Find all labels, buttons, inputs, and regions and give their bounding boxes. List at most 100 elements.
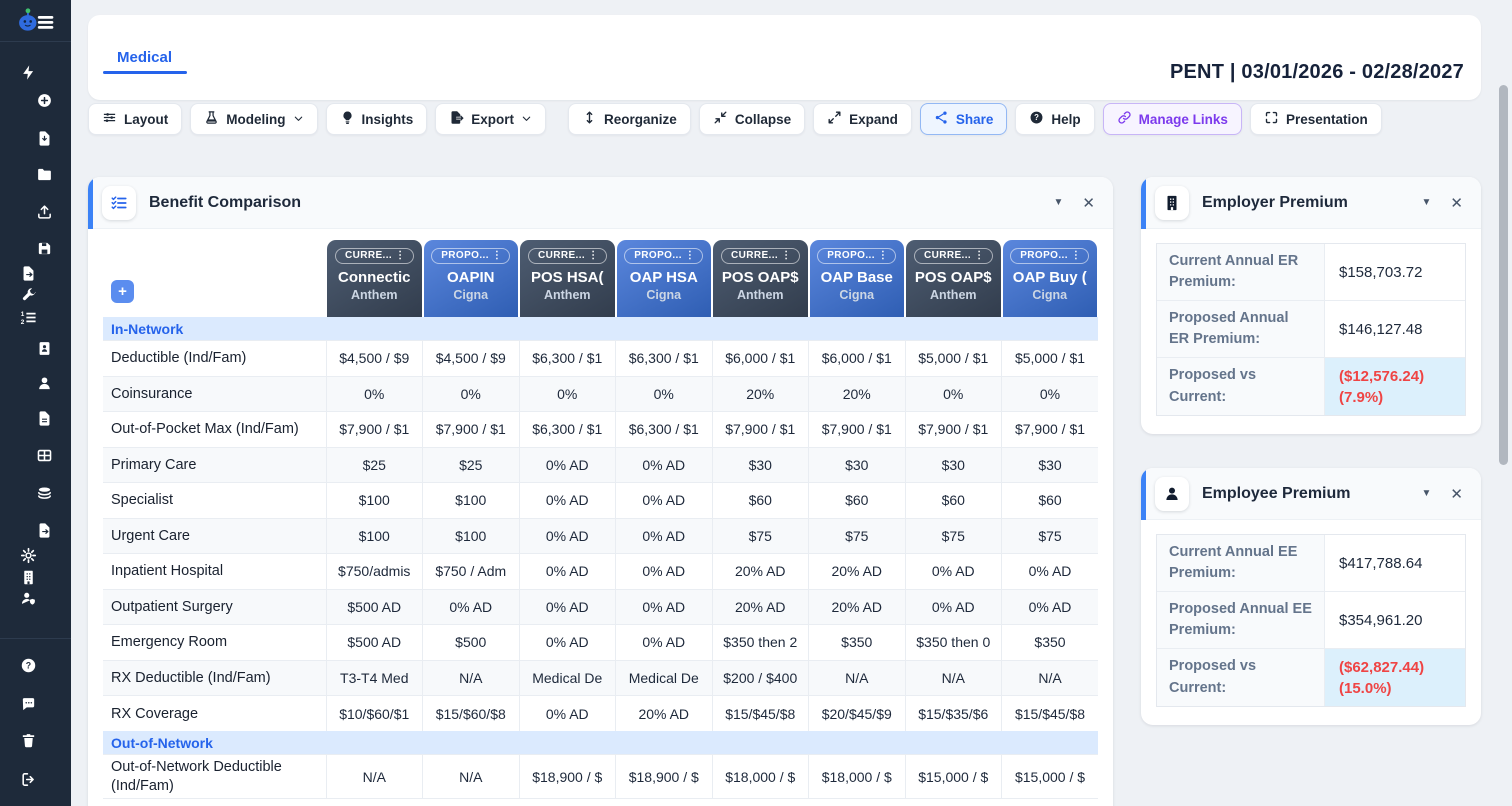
benefit-cell[interactable]: $20/$45/$9 [809, 696, 906, 732]
benefit-cell[interactable]: $7,900 / $1 [905, 412, 1002, 448]
plan-type-badge[interactable]: CURRE...⋮ [721, 248, 800, 264]
benefit-cell[interactable]: $100 [423, 483, 520, 519]
plan-column-header[interactable]: CURRE...⋮POS HSA(Anthem [520, 240, 615, 317]
collapse-caret-icon[interactable]: ▼ [1422, 197, 1432, 208]
plan-type-badge[interactable]: PROPO...⋮ [1010, 248, 1089, 264]
file-import-icon[interactable] [34, 128, 54, 148]
benefit-cell[interactable]: 0% AD [519, 625, 616, 661]
plan-type-badge[interactable]: PROPO...⋮ [817, 248, 896, 264]
file-export-icon[interactable] [18, 263, 38, 283]
benefit-cell[interactable]: $15/$35/$6 [905, 696, 1002, 732]
gear-icon[interactable] [18, 545, 38, 565]
benefit-cell[interactable]: N/A [905, 660, 1002, 696]
benefit-cell[interactable]: $60 [905, 483, 1002, 519]
benefit-cell[interactable]: $75 [1002, 518, 1099, 554]
benefit-cell[interactable]: $30 [712, 447, 809, 483]
benefit-cell[interactable]: T3-T4 Med [326, 660, 423, 696]
layout-button[interactable]: Layout [88, 103, 182, 135]
benefit-cell[interactable]: 0% AD [616, 518, 713, 554]
id-card-icon[interactable] [34, 338, 54, 358]
benefit-cell[interactable]: 0% AD [616, 447, 713, 483]
benefit-cell[interactable]: $30 [1002, 447, 1099, 483]
collapse-caret-icon[interactable]: ▼ [1422, 488, 1432, 499]
page-scrollbar-thumb[interactable] [1499, 85, 1508, 465]
benefit-cell[interactable]: 0% AD [905, 554, 1002, 590]
plan-column-header[interactable]: CURRE...⋮POS OAP$Anthem [713, 240, 808, 317]
benefit-cell[interactable]: 20% AD [616, 696, 713, 732]
presentation-button[interactable]: Presentation [1250, 103, 1382, 135]
benefit-cell[interactable]: $750 / Adm [423, 554, 520, 590]
help-circle-icon[interactable]: ? [18, 655, 38, 675]
trash-icon[interactable] [18, 730, 38, 750]
benefit-cell[interactable]: $25 [326, 447, 423, 483]
benefit-cell[interactable]: 0% AD [519, 554, 616, 590]
benefit-cell[interactable]: $15,000 / $ [1002, 755, 1099, 799]
benefit-cell[interactable]: N/A [1002, 660, 1099, 696]
benefit-cell[interactable]: $350 then 0 [905, 625, 1002, 661]
benefit-cell[interactable]: $75 [905, 518, 1002, 554]
benefit-cell[interactable]: $6,000 / $1 [712, 341, 809, 377]
benefit-cell[interactable]: $30 [905, 447, 1002, 483]
column-menu-icon[interactable]: ⋮ [781, 250, 791, 261]
expand-button[interactable]: Expand [813, 103, 912, 135]
benefit-cell[interactable]: 20% [809, 376, 906, 412]
benefit-cell[interactable]: N/A [423, 660, 520, 696]
benefit-cell[interactable]: N/A [809, 660, 906, 696]
robot-logo-icon[interactable] [0, 0, 71, 42]
benefit-cell[interactable]: $7,900 / $1 [1002, 412, 1099, 448]
benefit-cell[interactable]: 0% [1002, 376, 1099, 412]
column-menu-icon[interactable]: ⋮ [395, 250, 405, 261]
export-button[interactable]: Export [435, 103, 546, 135]
benefit-cell[interactable]: 0% [616, 376, 713, 412]
benefit-cell[interactable]: $100 [326, 483, 423, 519]
benefit-cell[interactable]: 0% AD [519, 589, 616, 625]
save-icon[interactable] [34, 238, 54, 258]
plan-column-header[interactable]: PROPO...⋮OAP BaseCigna [810, 240, 905, 317]
benefit-cell[interactable]: Medical De [519, 660, 616, 696]
benefit-cell[interactable]: 20% AD [712, 554, 809, 590]
help-button[interactable]: ? Help [1015, 103, 1094, 135]
benefit-cell[interactable]: 0% AD [616, 554, 713, 590]
benefit-cell[interactable]: 20% AD [809, 554, 906, 590]
benefit-cell[interactable]: $200 / $400 [712, 660, 809, 696]
benefit-cell[interactable]: $18,000 / $ [712, 755, 809, 799]
benefit-cell[interactable]: 20% AD [809, 589, 906, 625]
benefit-cell[interactable]: $60 [809, 483, 906, 519]
column-menu-icon[interactable]: ⋮ [974, 250, 984, 261]
add-column-button[interactable]: + [111, 280, 134, 303]
benefit-cell[interactable]: $15,000 / $ [905, 755, 1002, 799]
benefit-cell[interactable]: $18,900 / $ [519, 755, 616, 799]
benefit-cell[interactable]: 0% [423, 376, 520, 412]
column-menu-icon[interactable]: ⋮ [1071, 250, 1081, 261]
benefit-cell[interactable]: N/A [326, 755, 423, 799]
benefit-cell[interactable]: $350 [1002, 625, 1099, 661]
plan-column-header[interactable]: CURRE...⋮POS OAP$Anthem [906, 240, 1001, 317]
benefit-cell[interactable]: 0% AD [905, 589, 1002, 625]
file-export-alt-icon[interactable] [34, 520, 54, 540]
benefit-cell[interactable]: $6,300 / $1 [616, 412, 713, 448]
benefit-cell[interactable]: $15/$45/$8 [1002, 696, 1099, 732]
benefit-cell[interactable]: $5,000 / $1 [1002, 341, 1099, 377]
benefit-cell[interactable]: $30 [809, 447, 906, 483]
column-menu-icon[interactable]: ⋮ [492, 250, 502, 261]
plan-column-header[interactable]: CURRE...⋮ConnecticAnthem [327, 240, 422, 317]
share-button[interactable]: Share [920, 103, 1008, 135]
insights-button[interactable]: Insights [326, 103, 428, 135]
benefit-cell[interactable]: $75 [809, 518, 906, 554]
benefit-cell[interactable]: $10/$60/$1 [326, 696, 423, 732]
plan-column-header[interactable]: PROPO...⋮OAPINCigna [424, 240, 519, 317]
column-menu-icon[interactable]: ⋮ [878, 250, 888, 261]
benefit-cell[interactable]: $5,000 / $1 [905, 341, 1002, 377]
plan-column-header[interactable]: PROPO...⋮OAP Buy (Cigna [1003, 240, 1098, 317]
benefit-cell[interactable]: $350 then 2 [712, 625, 809, 661]
benefit-cell[interactable]: $6,300 / $1 [616, 341, 713, 377]
benefit-cell[interactable]: 0% AD [1002, 589, 1099, 625]
benefit-cell[interactable]: $7,900 / $1 [326, 412, 423, 448]
reorganize-button[interactable]: Reorganize [568, 103, 691, 135]
plan-type-badge[interactable]: CURRE...⋮ [335, 248, 414, 264]
modeling-button[interactable]: Modeling [190, 103, 317, 135]
benefit-cell[interactable]: Medical De [616, 660, 713, 696]
user-shield-icon[interactable] [18, 588, 38, 608]
wrench-icon[interactable] [18, 285, 38, 305]
benefit-cell[interactable]: 0% AD [616, 589, 713, 625]
